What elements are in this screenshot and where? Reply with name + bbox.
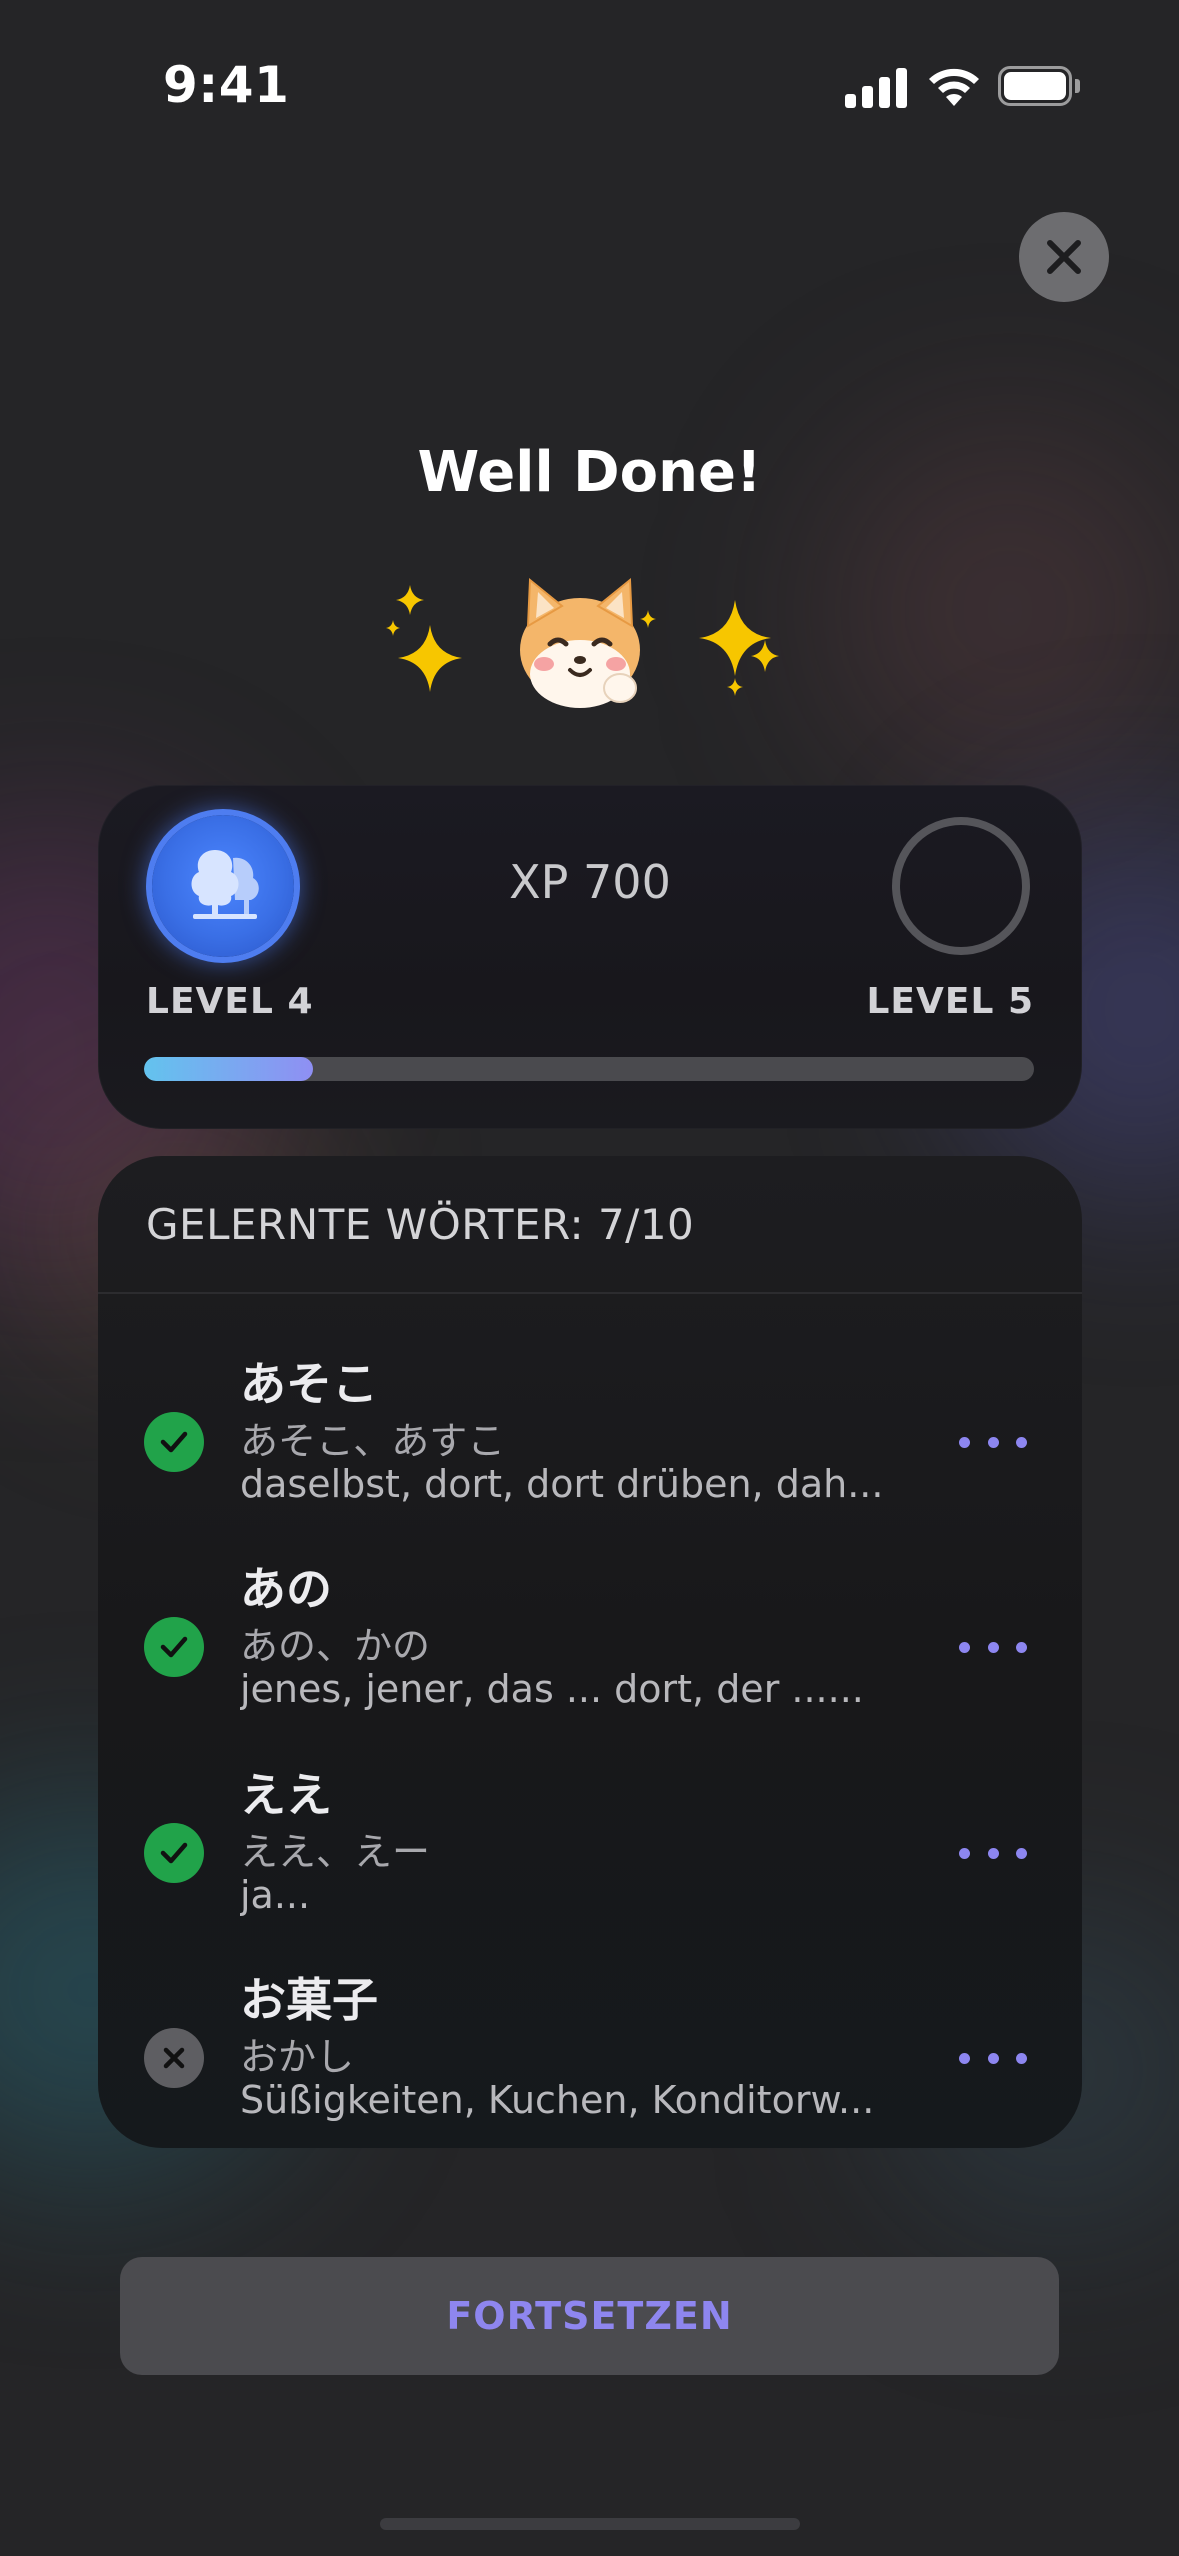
more-icon	[959, 1436, 970, 1448]
more-button[interactable]	[953, 1627, 1033, 1667]
word-meaning: ja...	[240, 1873, 311, 1917]
word-reading: おかし	[240, 2035, 355, 2079]
check-icon	[144, 1617, 204, 1677]
status-bar: 9:41	[0, 0, 1179, 170]
check-icon	[144, 1823, 204, 1883]
word-meaning: Süßigkeiten, Kuchen, Konditorw...	[240, 2078, 875, 2122]
level-progress-card: XP 700 LEVEL 4 LEVEL 5	[98, 785, 1082, 1129]
sparkles-icon	[386, 585, 462, 692]
status-time: 9:41	[163, 56, 290, 114]
home-indicator[interactable]	[380, 2518, 800, 2530]
word-meaning: jenes, jener, das ... dort, der ......	[240, 1667, 864, 1711]
check-icon	[144, 1412, 204, 1472]
learned-words-header: GELERNTE WÖRTER: 7/10	[146, 1200, 695, 1249]
word-text: あの	[240, 1562, 332, 1616]
more-button[interactable]	[953, 1833, 1033, 1873]
next-level-label: LEVEL 5	[866, 981, 1034, 1022]
learned-words-card: GELERNTE WÖRTER: 7/10 あそこ あそこ、あすこ daselb…	[98, 1156, 1082, 2148]
level-progress-bar	[144, 1057, 1034, 1081]
word-reading: ええ、えー	[240, 1830, 431, 1874]
list-item: あそこ あそこ、あすこ daselbst, dort, dort drüben,…	[98, 1348, 1082, 1553]
x-icon	[144, 2028, 204, 2088]
signal-icon	[845, 66, 907, 108]
more-icon	[959, 1847, 970, 1859]
current-level-label: LEVEL 4	[146, 981, 314, 1022]
level-progress-fill	[144, 1057, 314, 1081]
battery-icon	[998, 66, 1080, 106]
sparkles-icon	[699, 600, 779, 696]
continue-button[interactable]: FORTSETZEN	[120, 2257, 1059, 2375]
wifi-icon	[929, 68, 979, 106]
close-button[interactable]	[1019, 212, 1109, 302]
divider	[98, 1292, 1082, 1294]
more-icon	[959, 2052, 970, 2064]
close-icon	[1047, 240, 1081, 274]
next-level-badge	[892, 817, 1030, 955]
word-reading: あの、かの	[240, 1624, 431, 1668]
more-icon	[959, 1641, 970, 1653]
list-item: あの あの、かの jenes, jener, das ... dort, der…	[98, 1553, 1082, 1758]
shiba-dog-icon	[520, 577, 656, 708]
word-text: あそこ	[240, 1357, 378, 1411]
more-button[interactable]	[953, 2038, 1033, 2078]
word-reading: あそこ、あすこ	[240, 1419, 506, 1463]
word-meaning: daselbst, dort, dort drüben, dah...	[240, 1462, 884, 1506]
list-item: ええ ええ、えー ja...	[98, 1759, 1082, 1964]
celebration-emoji-row	[386, 577, 779, 708]
word-text: ええ	[240, 1768, 332, 1822]
page-title: Well Done!	[417, 440, 762, 505]
more-button[interactable]	[953, 1422, 1033, 1462]
word-text: お菓子	[240, 1973, 378, 2027]
lesson-complete-screen: 9:41 Well Done! XP 700 LEVEL 4 LEVEL 5 G…	[0, 0, 1179, 2556]
list-item: お菓子 おかし Süßigkeiten, Kuchen, Konditorw..…	[98, 1964, 1082, 2148]
